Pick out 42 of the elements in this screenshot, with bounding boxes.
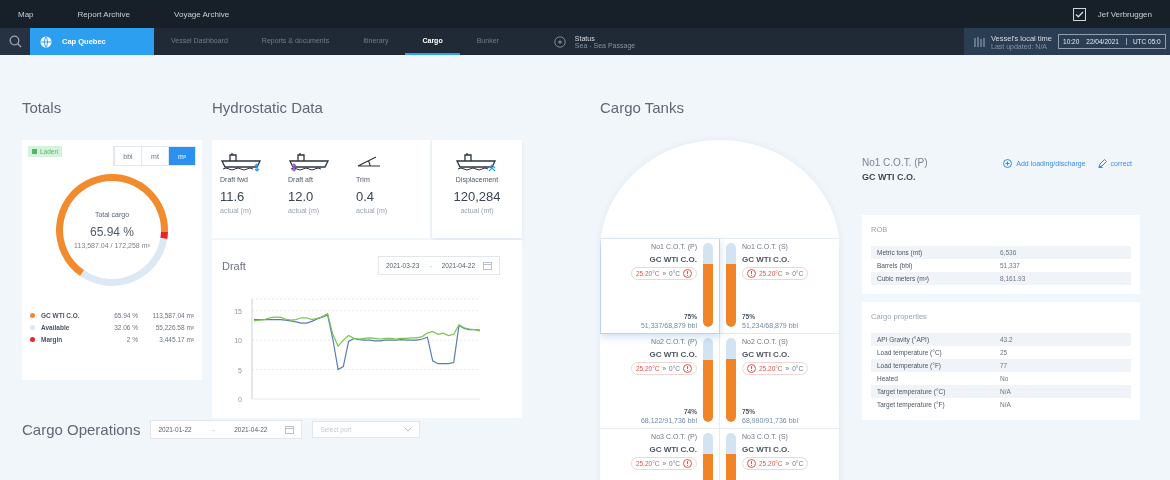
ship-displacement-icon bbox=[455, 152, 499, 172]
warning-icon bbox=[683, 364, 692, 373]
section-title: Totals bbox=[22, 98, 63, 118]
warning-icon bbox=[747, 364, 756, 373]
calendar-icon bbox=[483, 261, 492, 270]
section-title: Cargo Operations bbox=[22, 420, 141, 439]
plus-circle-icon bbox=[1003, 159, 1013, 168]
tank-cargo: GC WTI C.O. bbox=[742, 255, 790, 264]
metric-value: 12.0 bbox=[288, 189, 314, 204]
tank-cargo: GC WTI C.O. bbox=[649, 350, 697, 359]
tank-title: No1 C.O.T. (P) bbox=[862, 157, 928, 168]
top-nav-link[interactable]: Map bbox=[18, 9, 34, 19]
status-icon bbox=[553, 35, 566, 48]
user-name[interactable]: Jef Verbruggen bbox=[1097, 9, 1152, 19]
calendar-icon bbox=[285, 425, 295, 434]
warning-icon bbox=[683, 459, 692, 468]
ship-draft-icon bbox=[220, 152, 264, 172]
clock-bars-icon bbox=[974, 35, 985, 48]
pencil-icon bbox=[1097, 159, 1107, 168]
top-nav-link[interactable]: Report Archive bbox=[77, 9, 131, 19]
chart-title: Draft bbox=[222, 259, 246, 272]
chevron-down-icon bbox=[404, 427, 413, 432]
tank-cargo-title: GC WTI C.O. bbox=[862, 172, 917, 182]
warning-icon bbox=[747, 459, 756, 468]
gauge-percent: 65.94 % bbox=[89, 225, 134, 239]
warning-icon bbox=[747, 269, 756, 278]
tank-cargo: GC WTI C.O. bbox=[742, 445, 790, 454]
ship-draft-icon bbox=[288, 152, 332, 172]
section-title: Cargo Tanks bbox=[600, 98, 685, 118]
globe-icon bbox=[40, 35, 52, 48]
metric-value: 11.6 bbox=[220, 189, 245, 204]
metric-value: 0.4 bbox=[356, 189, 375, 204]
section-title: Hydrostatic Data bbox=[212, 98, 324, 118]
search-button[interactable] bbox=[0, 28, 30, 55]
tank-cargo: GC WTI C.O. bbox=[742, 350, 790, 359]
tank-cargo: GC WTI C.O. bbox=[649, 445, 697, 454]
search-icon bbox=[8, 35, 22, 48]
metric-value: 120,284 bbox=[453, 189, 501, 204]
tank-cargo: GC WTI C.O. bbox=[649, 255, 697, 264]
top-nav-link[interactable]: Voyage Archive bbox=[174, 9, 230, 19]
warning-icon bbox=[683, 269, 692, 278]
checkbox-icon[interactable] bbox=[1072, 7, 1086, 21]
